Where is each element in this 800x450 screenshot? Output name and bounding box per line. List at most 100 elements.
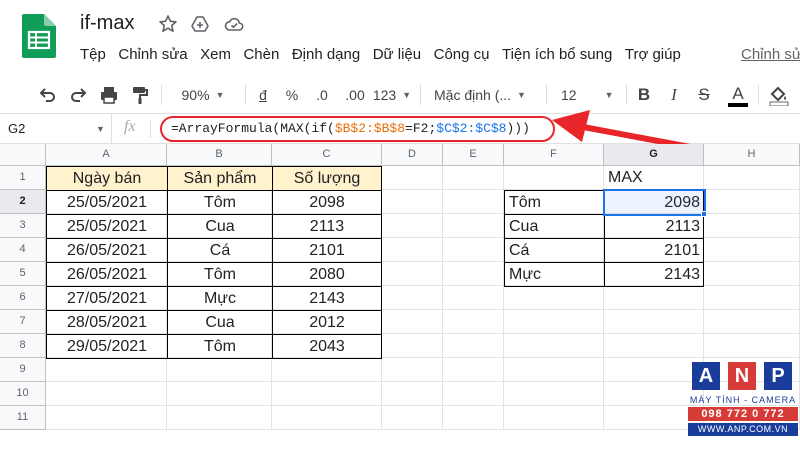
grid-cell[interactable] — [504, 286, 604, 310]
grid-cell[interactable] — [272, 382, 382, 406]
table-cell[interactable]: Cua — [167, 214, 273, 239]
grid-cell[interactable] — [443, 286, 504, 310]
table-cell[interactable]: 2113 — [272, 214, 382, 239]
grid-cell[interactable] — [382, 190, 443, 214]
fill-color-button[interactable] — [766, 76, 792, 114]
menu-view[interactable]: Xem — [200, 46, 231, 68]
more-formats-button[interactable]: 123 ▼ — [372, 76, 412, 114]
grid-cell[interactable] — [443, 190, 504, 214]
document-title[interactable]: if-max — [80, 12, 134, 35]
grid-cell[interactable] — [382, 358, 443, 382]
grid-cell[interactable] — [382, 166, 443, 190]
undo-button[interactable] — [36, 76, 60, 114]
grid-cell[interactable] — [46, 382, 167, 406]
table-cell[interactable]: Tôm — [167, 190, 273, 215]
font-select[interactable]: Mặc định (... ▼ — [428, 76, 540, 114]
grid-cell[interactable] — [443, 406, 504, 430]
grid-cell[interactable] — [272, 358, 382, 382]
table-cell[interactable]: 25/05/2021 — [46, 214, 168, 239]
google-sheets-logo-icon[interactable] — [22, 14, 56, 58]
grid-cell[interactable] — [382, 238, 443, 262]
table-header-cell[interactable]: Sản phẩm — [167, 166, 273, 191]
grid-cell[interactable] — [704, 334, 800, 358]
grid-cell[interactable] — [704, 238, 800, 262]
table-cell[interactable]: 27/05/2021 — [46, 286, 168, 311]
summary-cell[interactable]: 2113 — [604, 214, 704, 239]
grid-cell[interactable] — [443, 238, 504, 262]
grid-cell[interactable] — [443, 358, 504, 382]
grid-cell[interactable] — [504, 334, 604, 358]
row-header-6[interactable]: 6 — [0, 286, 46, 310]
move-to-drive-icon[interactable] — [190, 14, 210, 34]
grid-cell[interactable] — [604, 286, 704, 310]
decrease-decimals-button[interactable]: .0 — [308, 76, 336, 114]
row-header-7[interactable]: 7 — [0, 310, 46, 334]
paint-format-button[interactable] — [128, 76, 152, 114]
row-header-5[interactable]: 5 — [0, 262, 46, 286]
grid-cell[interactable] — [704, 166, 800, 190]
grid-cell[interactable] — [443, 310, 504, 334]
row-header-8[interactable]: 8 — [0, 334, 46, 358]
menu-file[interactable]: Tệp — [80, 46, 106, 68]
table-cell[interactable]: Cua — [167, 310, 273, 335]
grid-cell[interactable] — [443, 334, 504, 358]
table-cell[interactable]: Cá — [167, 238, 273, 263]
column-header-a[interactable]: A — [46, 144, 167, 166]
grid-cell[interactable] — [704, 310, 800, 334]
select-all-corner[interactable] — [0, 144, 46, 166]
grid-cell[interactable] — [382, 262, 443, 286]
column-header-g[interactable]: G — [604, 144, 704, 166]
row-header-2[interactable]: 2 — [0, 190, 46, 214]
table-cell[interactable]: Tôm — [167, 334, 273, 359]
summary-cell[interactable]: Cua — [504, 214, 605, 239]
currency-format-button[interactable]: đ — [253, 76, 273, 114]
row-header-9[interactable]: 9 — [0, 358, 46, 382]
menu-format[interactable]: Định dạng — [292, 46, 360, 68]
table-header-cell[interactable]: Số lượng — [272, 166, 382, 191]
menu-tools[interactable]: Công cụ — [434, 46, 490, 68]
redo-button[interactable] — [66, 76, 90, 114]
grid-cell[interactable] — [504, 406, 604, 430]
summary-cell[interactable]: Mực — [504, 262, 605, 287]
column-header-f[interactable]: F — [504, 144, 604, 166]
column-header-b[interactable]: B — [167, 144, 272, 166]
fill-handle[interactable] — [701, 211, 707, 217]
grid-cell[interactable] — [704, 214, 800, 238]
table-cell[interactable]: 29/05/2021 — [46, 334, 168, 359]
column-header-h[interactable]: H — [704, 144, 800, 166]
grid-cell[interactable] — [504, 310, 604, 334]
table-cell[interactable]: 2101 — [272, 238, 382, 263]
grid-cell[interactable] — [272, 406, 382, 430]
cloud-saved-icon[interactable] — [224, 14, 244, 34]
grid-cell[interactable] — [167, 358, 272, 382]
grid-cell[interactable] — [443, 262, 504, 286]
grid-cell[interactable] — [704, 262, 800, 286]
grid-cell[interactable] — [382, 286, 443, 310]
row-header-1[interactable]: 1 — [0, 166, 46, 190]
grid-cell[interactable] — [382, 382, 443, 406]
grid-cell[interactable] — [46, 406, 167, 430]
percent-format-button[interactable]: % — [282, 76, 302, 114]
table-cell[interactable]: 25/05/2021 — [46, 190, 168, 215]
summary-cell[interactable]: Cá — [504, 238, 605, 263]
menu-addons[interactable]: Tiện ích bổ sung — [502, 46, 612, 68]
grid-cell[interactable] — [382, 334, 443, 358]
summary-cell[interactable]: 2101 — [604, 238, 704, 263]
menu-help[interactable]: Trợ giúp — [625, 46, 681, 68]
grid-cell[interactable] — [443, 166, 504, 190]
grid-cell[interactable] — [504, 382, 604, 406]
menu-edit[interactable]: Chỉnh sửa — [118, 46, 187, 68]
table-cell[interactable]: Mực — [167, 286, 273, 311]
table-cell[interactable]: 28/05/2021 — [46, 310, 168, 335]
column-header-c[interactable]: C — [272, 144, 382, 166]
row-header-3[interactable]: 3 — [0, 214, 46, 238]
formula-input[interactable]: =ArrayFormula(MAX(if($B$2:$B$8=F2;$C$2:$… — [171, 121, 530, 136]
menu-data[interactable]: Dữ liệu — [373, 46, 421, 68]
text-color-button[interactable]: A — [726, 76, 750, 114]
grid-cell[interactable] — [382, 406, 443, 430]
summary-cell[interactable]: 2143 — [604, 262, 704, 287]
row-header-11[interactable]: 11 — [0, 406, 46, 430]
grid-cell[interactable] — [167, 406, 272, 430]
grid-cell[interactable] — [604, 334, 704, 358]
table-cell[interactable]: 2143 — [272, 286, 382, 311]
